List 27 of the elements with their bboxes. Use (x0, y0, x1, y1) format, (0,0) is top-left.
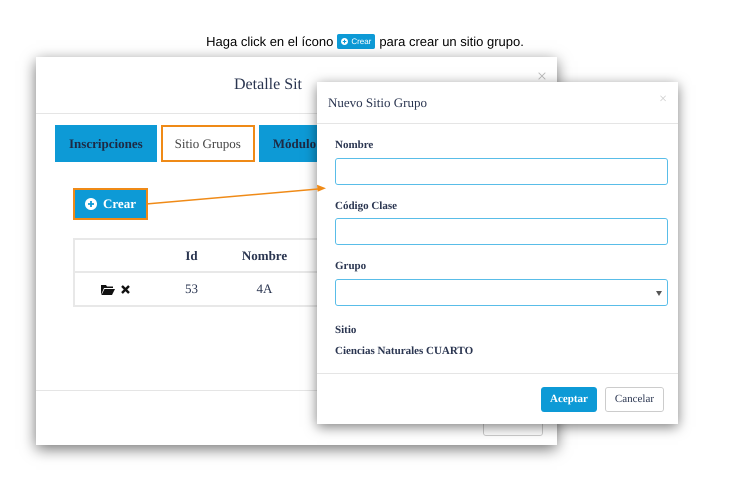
create-button[interactable]: Crear (73, 188, 148, 220)
plus-circle-icon (341, 38, 348, 46)
plus-circle-icon (85, 198, 97, 210)
site-label: Sitio (335, 322, 358, 338)
cancel-button[interactable]: Cancelar (604, 386, 664, 412)
table-cell-text: 4A (256, 280, 272, 298)
field-label: Nombre (335, 138, 374, 153)
field-label: Grupo (335, 259, 368, 274)
column-header: Id (185, 246, 198, 265)
folder-icon[interactable] (100, 284, 114, 294)
instruction-text: para crear un sitio grupo. (379, 33, 524, 51)
delete-icon[interactable] (120, 284, 130, 294)
field-label: Código Clase (335, 198, 398, 214)
tab[interactable]: Sitio Grupos (160, 125, 255, 162)
input-field[interactable] (335, 218, 668, 245)
badge-label: Crear (351, 36, 372, 48)
dialog-title: Detalle Sit (234, 75, 302, 95)
accept-button[interactable]: Aceptar (541, 386, 597, 412)
table-cell-text: 53 (185, 280, 198, 298)
tab[interactable]: Inscripciones (55, 125, 157, 162)
column-header: Nombre (242, 246, 288, 265)
select-field[interactable] (335, 278, 668, 306)
site-value: Ciencias Naturales CUARTO (335, 344, 474, 359)
dropdown-arrow-icon (656, 290, 662, 296)
instruction-text: Haga click en el ícono (206, 33, 334, 51)
dialog-title: Nuevo Sitio Grupo (328, 94, 427, 112)
input-field[interactable] (335, 158, 668, 184)
